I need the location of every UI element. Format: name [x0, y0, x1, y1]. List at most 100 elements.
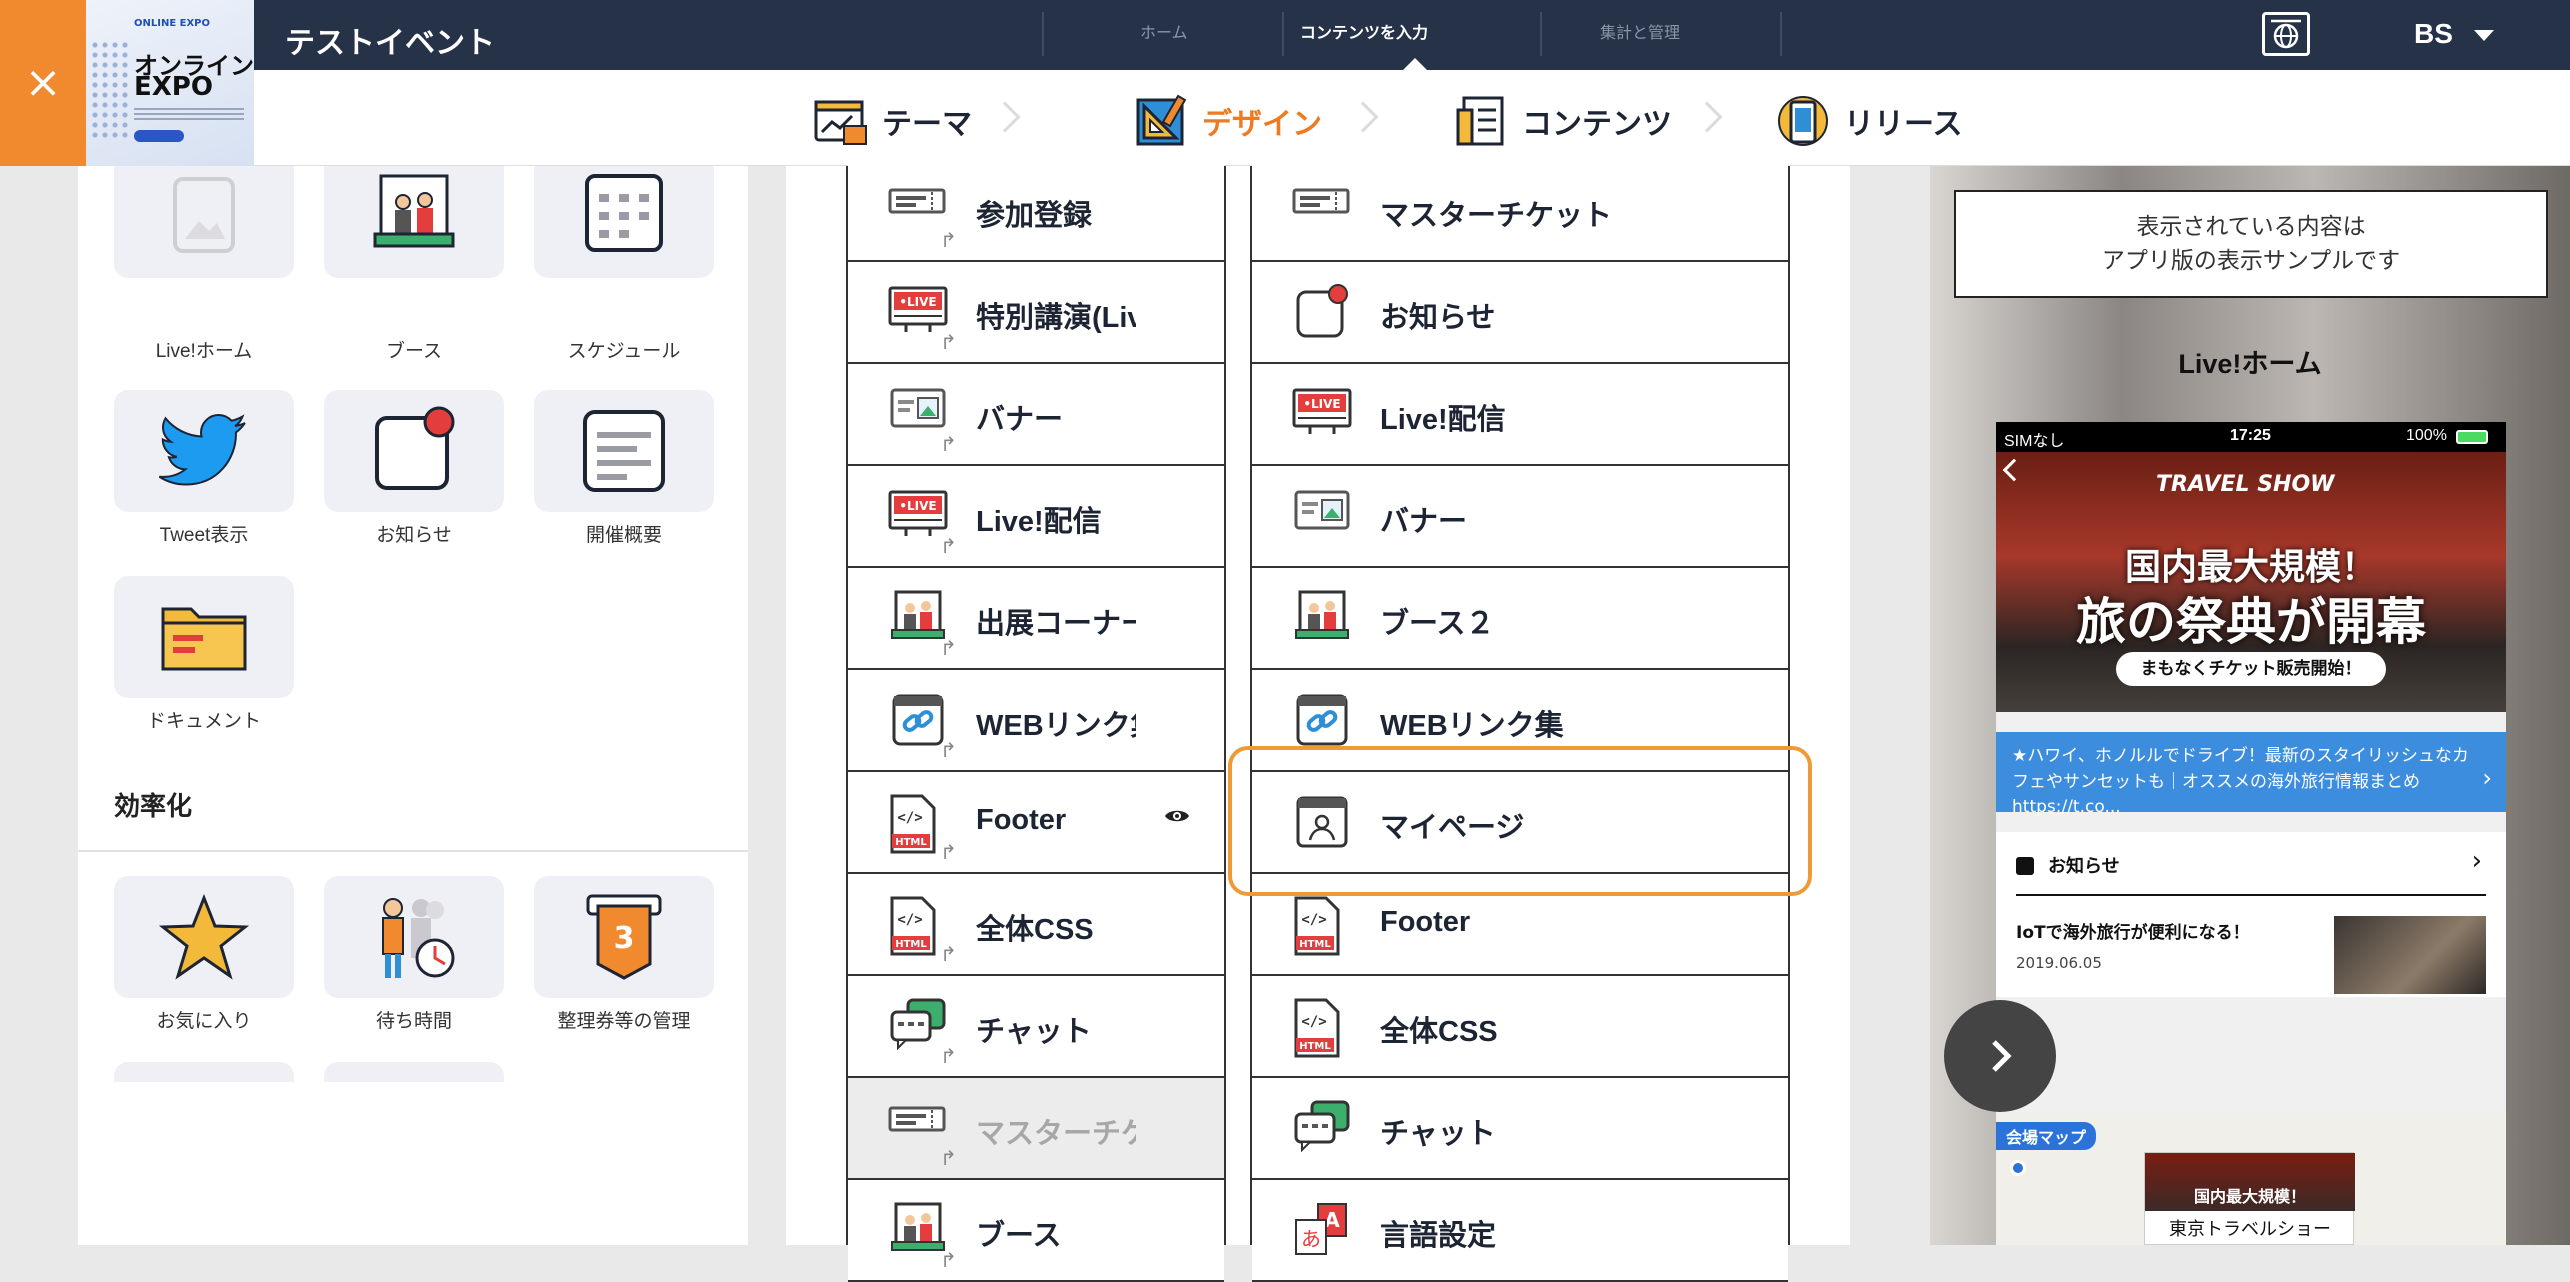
- step-release[interactable]: リリース: [1776, 94, 1963, 148]
- layout-item-label: 全体CSS: [976, 914, 1094, 946]
- layout-item[interactable]: ↱ 出展コーナー: [848, 568, 1224, 670]
- html-icon: </> HTML: [1292, 998, 1352, 1058]
- map-tag: 会場マップ: [1996, 1122, 2097, 1150]
- layout-item-label: チャット: [1380, 1118, 1496, 1150]
- layout-item-label: マスターチケ: [976, 1118, 1136, 1150]
- layout-item[interactable]: ↱ ブース: [848, 1180, 1224, 1282]
- palette-tile-live-home[interactable]: [114, 166, 294, 278]
- status-bar: SIMなし 17:25 100%: [1996, 422, 2506, 452]
- layout-item[interactable]: •LIVE Live!配信: [1252, 364, 1788, 466]
- live-icon: •LIVE: [1292, 386, 1352, 442]
- hero-label: TRAVEL SHOW: [2156, 472, 2335, 497]
- move-arrow-icon[interactable]: ↱: [940, 432, 957, 456]
- ticket-icon: [1292, 182, 1352, 238]
- palette-tile-overview[interactable]: [534, 390, 714, 512]
- move-arrow-icon[interactable]: ↱: [940, 942, 957, 966]
- move-arrow-icon[interactable]: ↱: [940, 228, 957, 252]
- banner-icon: [1292, 488, 1352, 544]
- thumbnail-lines: [134, 108, 244, 122]
- nav-home[interactable]: ホーム: [1140, 19, 1188, 43]
- layout-item-label: WEBリンク集: [1380, 710, 1564, 742]
- layout-item[interactable]: バナー: [1252, 466, 1788, 568]
- tweet-banner[interactable]: ★ハワイ、ホノルルでドライブ！最新のスタイリッシュなカフェやサンセットも｜オスス…: [1996, 732, 2506, 817]
- move-arrow-icon[interactable]: ↱: [940, 1044, 957, 1068]
- move-arrow-icon[interactable]: ↱: [940, 840, 957, 864]
- close-button[interactable]: ×: [0, 0, 86, 166]
- booth-icon: [888, 590, 948, 646]
- layout-item[interactable]: ブース２: [1252, 568, 1788, 670]
- chat-icon: [1292, 1100, 1352, 1156]
- step-chevron-icon: [1347, 101, 1379, 133]
- move-arrow-icon[interactable]: ↱: [940, 738, 957, 762]
- calendar-icon: [585, 174, 663, 252]
- booth-icon: [1292, 590, 1352, 646]
- chevron-right-icon[interactable]: ›: [2472, 846, 2482, 876]
- layout-item[interactable]: チャット: [1252, 1078, 1788, 1180]
- news-header: お知らせ: [2016, 852, 2120, 878]
- move-arrow-icon[interactable]: ↱: [940, 330, 957, 354]
- layout-item[interactable]: ↱ チャット: [848, 976, 1224, 1078]
- palette-tile-favorite[interactable]: [114, 876, 294, 998]
- move-arrow-icon[interactable]: ↱: [940, 534, 957, 558]
- layout-item[interactable]: •LIVE ↱ Live!配信: [848, 466, 1224, 568]
- nav-input-contents[interactable]: コンテンツを入力: [1300, 19, 1428, 43]
- hero-back-icon[interactable]: [2002, 458, 2026, 482]
- move-arrow-icon[interactable]: ↱: [940, 636, 957, 660]
- layout-item[interactable]: A あ言語設定: [1252, 1180, 1788, 1282]
- booth-icon: [373, 174, 455, 248]
- nav-divider: [1282, 12, 1284, 56]
- palette-tile-notice[interactable]: [324, 390, 504, 512]
- step-design[interactable]: デザイン: [1134, 94, 1322, 148]
- chevron-right-icon: [1992, 1040, 2012, 1072]
- notification-icon: [2016, 857, 2034, 875]
- preview-title: Live!ホーム: [2178, 349, 2322, 379]
- hero-banner[interactable]: TRAVEL SHOW 国内最大規模！ 旅の祭典が開幕 まもなくチケット販売開始…: [1996, 452, 2506, 712]
- layout-item[interactable]: ↱ 参加登録: [848, 160, 1224, 262]
- news-widget[interactable]: お知らせ › IoTで海外旅行が便利になる！ 2019.06.05: [1996, 832, 2506, 997]
- step-contents[interactable]: コンテンツ: [1454, 94, 1672, 148]
- svg-text:</>: </>: [897, 912, 922, 928]
- layout-item[interactable]: </> HTML ↱ 全体CSS: [848, 874, 1224, 976]
- preview-next-button[interactable]: [1944, 1000, 2056, 1112]
- map-card[interactable]: 国内最大規模！ 東京トラベルショー: [2144, 1152, 2355, 1245]
- step-design-label: デザイン: [1202, 108, 1322, 141]
- map-widget[interactable]: 会場マップ 国内最大規模！ 東京トラベルショー: [1996, 1112, 2506, 1245]
- palette-label: ドキュメント: [146, 711, 261, 732]
- layout-column-a: ↱ 参加登録 •LIVE ↱ 特別講演(Live ↱ バナー •LIVE ↱ Live!配信 ↱ 出展…: [846, 160, 1226, 1282]
- eye-icon[interactable]: [1164, 808, 1190, 824]
- palette-tile-ticket-number[interactable]: 3: [534, 876, 714, 998]
- user-menu[interactable]: BS: [2414, 18, 2453, 50]
- layout-item[interactable]: お知らせ: [1252, 262, 1788, 364]
- preview-site-icon[interactable]: [2262, 12, 2310, 56]
- step-bar: テーマ デザイン コンテンツ リリース: [254, 70, 2570, 166]
- preview-notice-line2: アプリ版の表示サンプルです: [2101, 248, 2401, 274]
- map-card-title: 東京トラベルショー: [2169, 1219, 2331, 1240]
- nav-divider: [1780, 12, 1782, 56]
- move-arrow-icon[interactable]: ↱: [940, 1146, 957, 1170]
- palette-tile-tweet[interactable]: [114, 390, 294, 512]
- layout-item[interactable]: •LIVE ↱ 特別講演(Live: [848, 262, 1224, 364]
- ticket-icon: [888, 182, 948, 238]
- palette-tile-document[interactable]: [114, 576, 294, 698]
- step-theme[interactable]: テーマ: [814, 94, 972, 148]
- nav-divider: [1042, 12, 1044, 56]
- event-thumbnail[interactable]: ONLINE EXPO オンラインイ EXPO: [86, 0, 254, 166]
- layout-item[interactable]: ↱ WEBリンク集: [848, 670, 1224, 772]
- battery-icon: [2456, 430, 2488, 444]
- thumbnail-line2: EXPO: [134, 72, 213, 102]
- chevron-down-icon[interactable]: [2474, 30, 2494, 41]
- layout-item[interactable]: ↱ マスターチケ: [848, 1078, 1224, 1180]
- palette-tile-booth[interactable]: [324, 166, 504, 278]
- phone-preview: SIMなし 17:25 100% TRAVEL SHOW 国内最大規模！ 旅の祭…: [1996, 422, 2506, 1245]
- layout-item[interactable]: マスターチケット: [1252, 160, 1788, 262]
- layout-item-label: 言語設定: [1380, 1220, 1497, 1252]
- palette-tile-wait-time[interactable]: [324, 876, 504, 998]
- layout-item[interactable]: </> HTML 全体CSS: [1252, 976, 1788, 1078]
- move-arrow-icon[interactable]: ↱: [940, 1248, 957, 1272]
- event-title: テストイベント: [285, 27, 495, 60]
- nav-aggregate[interactable]: 集計と管理: [1600, 19, 1680, 43]
- layout-item-label: Live!配信: [1380, 404, 1506, 436]
- layout-item[interactable]: ↱ バナー: [848, 364, 1224, 466]
- palette-tile-schedule[interactable]: [534, 166, 714, 278]
- layout-item[interactable]: </> HTML ↱ Footer: [848, 772, 1224, 874]
